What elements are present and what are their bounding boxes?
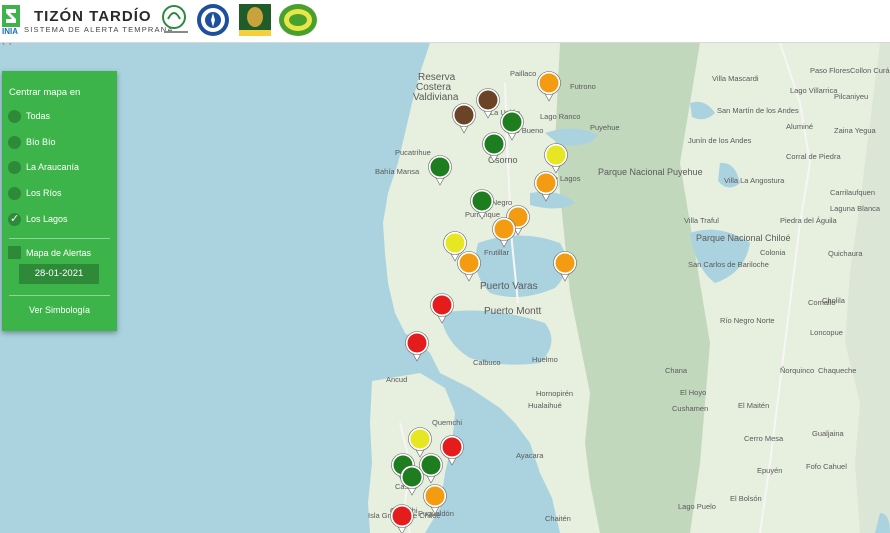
region-option-label: Bío Bío xyxy=(26,137,56,147)
map-place-label: Bahía Mansa xyxy=(375,167,420,176)
radio-icon[interactable] xyxy=(8,136,21,149)
map-place-label: Gualjaina xyxy=(812,429,845,438)
map-place-label: Puerto Montt xyxy=(484,306,541,317)
map-place-label: Fofo Cahuel xyxy=(806,462,847,471)
map-place-label: Ñorquinco xyxy=(780,366,814,375)
map-place-label: Chaitén xyxy=(545,514,571,523)
map-place-label: Pilcaniyeu xyxy=(834,92,868,101)
map-place-label: Lago Puelo xyxy=(678,502,716,511)
app-subtitle: SISTEMA DE ALERTA TEMPRANA xyxy=(24,25,174,34)
map-place-label: Cholila xyxy=(822,296,846,305)
inia-text: INIA xyxy=(2,27,18,36)
map-place-label: Collon Curá xyxy=(850,66,890,75)
fia-logo[interactable] xyxy=(160,3,194,37)
map-place-label: Puyehue xyxy=(590,123,620,132)
map-place-label: Calbuco xyxy=(473,358,501,367)
region-option-todas[interactable]: Todas xyxy=(8,109,113,125)
panel-divider xyxy=(9,238,110,239)
map-place-label: Chaqueche xyxy=(818,366,856,375)
map-place-label: Corral de Piedra xyxy=(786,152,841,161)
map-place-label: Junín de los Andes xyxy=(688,136,752,145)
map-place-label: Villa La Angostura xyxy=(724,176,785,185)
panel-divider xyxy=(9,295,110,296)
region-option-label: La Araucanía xyxy=(26,162,80,172)
map-place-label: Ayacara xyxy=(516,451,544,460)
region-option-los-lagos[interactable]: Los Lagos xyxy=(8,212,113,228)
map-place-label: Puerto Varas xyxy=(480,281,538,292)
map-place-label: Hualaihué xyxy=(528,401,562,410)
map-place-label: Futrono xyxy=(570,82,596,91)
map-place-label: Frutillar xyxy=(484,248,510,257)
map-place-label: Paillaco xyxy=(510,69,536,78)
map-canvas[interactable]: Reserva Costera Valdiviana Paillaco Futrono L… xyxy=(0,43,890,533)
agro-seal-logo[interactable] xyxy=(278,3,318,37)
region-option-los-rios[interactable]: Los Ríos xyxy=(8,186,113,202)
map-place-label: El Hoyo xyxy=(680,388,706,397)
university-seal-logo[interactable] xyxy=(196,3,230,37)
panel-title: Centrar mapa en xyxy=(9,87,81,98)
map-place-label: Loncopue xyxy=(810,328,843,337)
map-svg[interactable]: ReservaCosteraValdivianaPaillacoFutronoL… xyxy=(0,43,890,533)
map-place-label: Villa Traful xyxy=(684,216,719,225)
map-place-label: Lago Ranco xyxy=(540,112,580,121)
map-place-label: Chana xyxy=(665,366,688,375)
region-option-label: Todas xyxy=(26,111,51,121)
region-option-araucania[interactable]: La Araucanía xyxy=(8,160,113,176)
region-option-label: Los Lagos xyxy=(26,214,68,224)
control-panel: Centrar mapa en Todas Bío Bío La Araucan… xyxy=(2,71,117,331)
date-field[interactable]: 28-01-2021 xyxy=(19,264,99,284)
map-place-label: El Bolsón xyxy=(730,494,762,503)
map-place-label: Cerro Mesa xyxy=(744,434,784,443)
map-place-label: San Martín de los Andes xyxy=(717,106,799,115)
map-place-label: Ancud xyxy=(386,375,407,384)
map-place-label: Pucatrihue xyxy=(395,148,431,157)
map-place-label: Paso Flores xyxy=(810,66,850,75)
map-place-label: Colonia xyxy=(760,248,786,257)
alerts-map-label: Mapa de Alertas xyxy=(26,248,92,258)
top-bar: INIA TIZÓN TARDÍO SISTEMA DE ALERTA TEMP… xyxy=(0,0,890,43)
map-place-label: Epuyén xyxy=(757,466,782,475)
map-place-label: Quichaura xyxy=(828,249,863,258)
map-place-label: Cuyin Manzano xyxy=(0,43,49,45)
papachile-logo[interactable] xyxy=(238,3,272,37)
region-option-biobio[interactable]: Bío Bío xyxy=(8,135,113,151)
radio-checked-icon[interactable] xyxy=(8,212,21,226)
radio-icon[interactable] xyxy=(8,110,21,123)
map-place-label: Cushamen xyxy=(672,404,708,413)
region-option-label: Los Ríos xyxy=(26,188,62,198)
map-place-label: Aluminé xyxy=(786,122,813,131)
map-place-label: Hornopirén xyxy=(536,389,573,398)
map-place-label: Valdiviana xyxy=(413,92,459,103)
app-title: TIZÓN TARDÍO xyxy=(34,8,152,25)
map-place-label: Lago Villarrica xyxy=(790,86,838,95)
radio-icon[interactable] xyxy=(8,161,21,174)
map-place-label: Parque Nacional Puyehue xyxy=(598,167,703,177)
radio-icon[interactable] xyxy=(8,187,21,200)
map-place-label: Piedra del Águila xyxy=(780,216,838,225)
map-place-label: San Carlos de Bariloche xyxy=(688,260,769,269)
map-place-label: Quemchi xyxy=(432,418,462,427)
map-place-label: El Maitén xyxy=(738,401,769,410)
map-place-label: Zaina Yegua xyxy=(834,126,877,135)
map-place-label: Río Negro Norte xyxy=(720,316,775,325)
map-place-label: Villa Mascardi xyxy=(712,74,759,83)
alerts-map-checkbox[interactable] xyxy=(8,246,21,259)
map-place-label: Huelmo xyxy=(532,355,558,364)
map-place-label: Laguna Blanca xyxy=(830,204,881,213)
map-place-label: Carrilaufquen xyxy=(830,188,875,197)
symbology-link[interactable]: Ver Simbología xyxy=(2,305,117,315)
map-place-label: Parque Nacional Chiloé xyxy=(696,233,791,243)
